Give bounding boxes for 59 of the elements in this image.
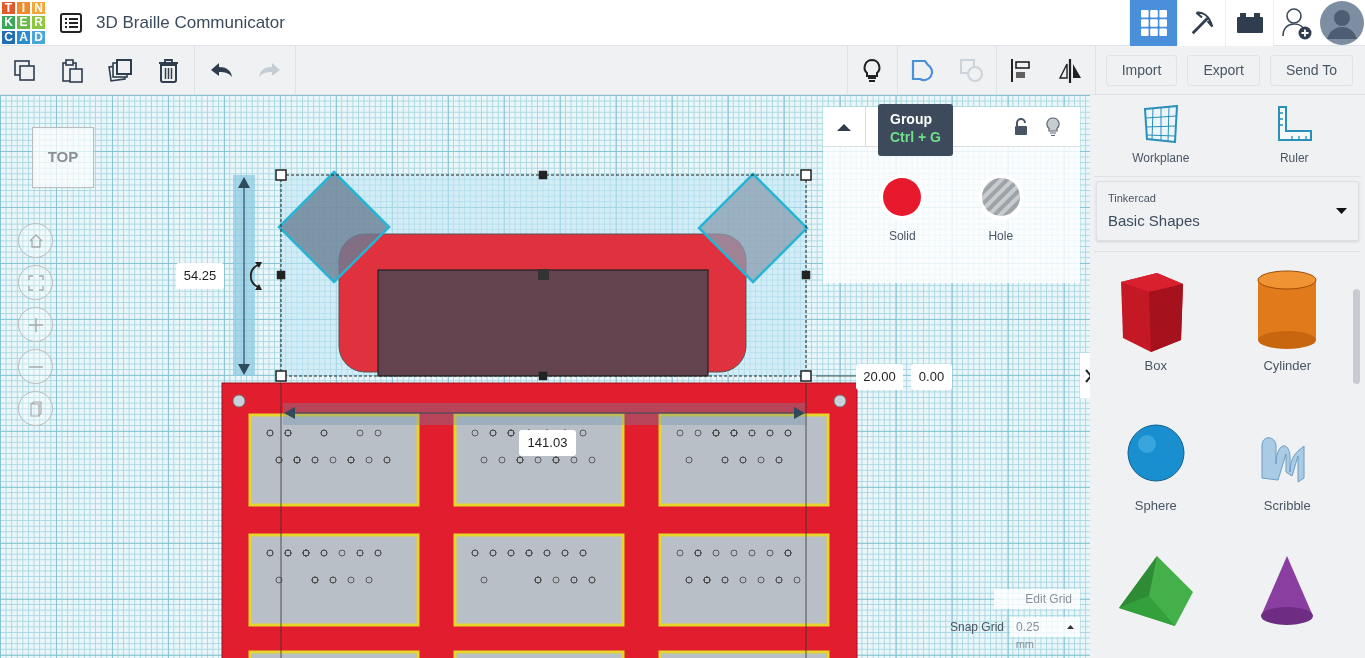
grid-icon [1139,9,1168,36]
action-button[interactable]: Export [1187,54,1260,86]
tooltip-title: Group [890,110,933,128]
view-tab[interactable] [1177,0,1225,46]
unlock-icon[interactable] [1014,117,1028,136]
menu-icon[interactable] [60,12,82,33]
shape-tile[interactable]: Sphere [1090,408,1222,518]
height-handle[interactable] [538,269,549,280]
tooltip-shortcut: Ctrl + G [890,128,941,146]
logo[interactable]: T I N K E R C A D [1,0,46,45]
lightbulb-icon[interactable] [1046,116,1060,137]
dimension-input[interactable]: 0.00 [911,364,952,390]
hole-option[interactable]: Hole [976,173,1025,245]
resize-handle[interactable] [538,170,548,180]
resize-handle[interactable] [801,270,811,280]
resize-handle[interactable] [275,370,287,382]
ruler-button[interactable]: Ruler [1244,104,1345,167]
zoom-out-icon [26,365,45,368]
resize-handle[interactable] [276,270,286,280]
dimension-input[interactable]: 54.25 [176,263,224,289]
workplane-icon [1141,104,1180,143]
dimension-input[interactable]: 141.03 [519,430,576,456]
dropdown-caret-icon [1336,208,1347,214]
shape-tile[interactable]: Box [1090,268,1222,378]
shape-tile[interactable]: Cylinder [1221,268,1353,378]
snap-grid-label: Snap Grid [949,619,1004,636]
unit-label: mm [1015,638,1034,650]
resize-handle[interactable] [538,371,548,381]
solid-option[interactable]: Solid [878,173,927,245]
library-dropdown[interactable]: Tinkercad Basic Shapes [1096,181,1359,241]
ungroup-icon [958,57,984,83]
view-tab[interactable] [1225,0,1273,46]
resize-handle[interactable] [275,169,287,181]
action-button[interactable]: Import [1105,54,1178,86]
avatar[interactable] [1320,0,1364,45]
rotate-handle-icon[interactable] [249,262,262,290]
solid-swatch-icon [878,173,927,221]
mirror-icon [1057,57,1083,83]
view-cube-label: TOP [47,147,79,168]
caret-icon [1067,625,1074,629]
scrollbar[interactable] [1353,289,1360,384]
workplane-button[interactable]: Workplane [1110,104,1211,167]
shape-tile[interactable]: Scribble [1221,408,1353,518]
zoom-in-icon [26,315,45,334]
add-user-icon[interactable] [1280,5,1313,40]
chevron-icon [1084,368,1090,383]
collapse-icon[interactable] [836,121,852,132]
fit-view-icon [26,273,45,292]
resize-handle[interactable] [800,169,812,181]
design-title[interactable]: 3D Braille Communicator [96,9,285,36]
resize-handle[interactable] [800,370,812,382]
duplicate-icon [107,57,133,83]
hole-swatch-icon [976,173,1025,221]
ruler-icon [1275,104,1314,143]
action-button[interactable]: Send To [1269,54,1353,86]
copy-icon [11,57,37,83]
clipboard-icon [59,57,85,83]
dimension-input[interactable]: 20.00 [856,364,903,390]
group-icon [909,57,935,83]
